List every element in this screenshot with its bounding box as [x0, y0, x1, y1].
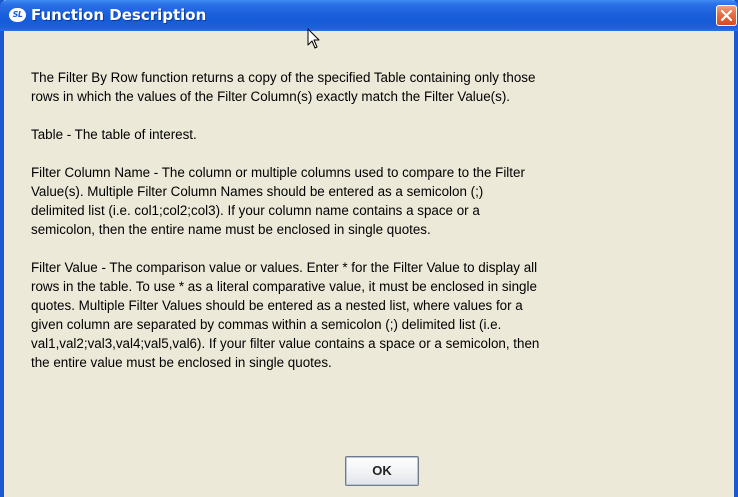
description-paragraph-intro: The Filter By Row function returns a cop… — [31, 70, 536, 104]
description-text: The Filter By Row function returns a cop… — [31, 68, 711, 391]
close-x-icon — [721, 10, 732, 21]
description-paragraph-filter-column: Filter Column Name - The column or multi… — [31, 165, 525, 237]
function-description-dialog: SL Function Description The Filter By Ro… — [0, 0, 738, 497]
close-button[interactable] — [716, 5, 737, 26]
app-logo-icon: SL — [9, 8, 26, 22]
dialog-title: Function Description — [31, 6, 207, 24]
description-paragraph-table: Table - The table of interest. — [31, 127, 197, 142]
title-bar[interactable]: SL Function Description — [0, 0, 738, 31]
description-paragraph-filter-value: Filter Value - The comparison value or v… — [31, 260, 540, 370]
ok-button[interactable]: OK — [345, 456, 419, 486]
mouse-pointer-icon — [307, 28, 320, 49]
